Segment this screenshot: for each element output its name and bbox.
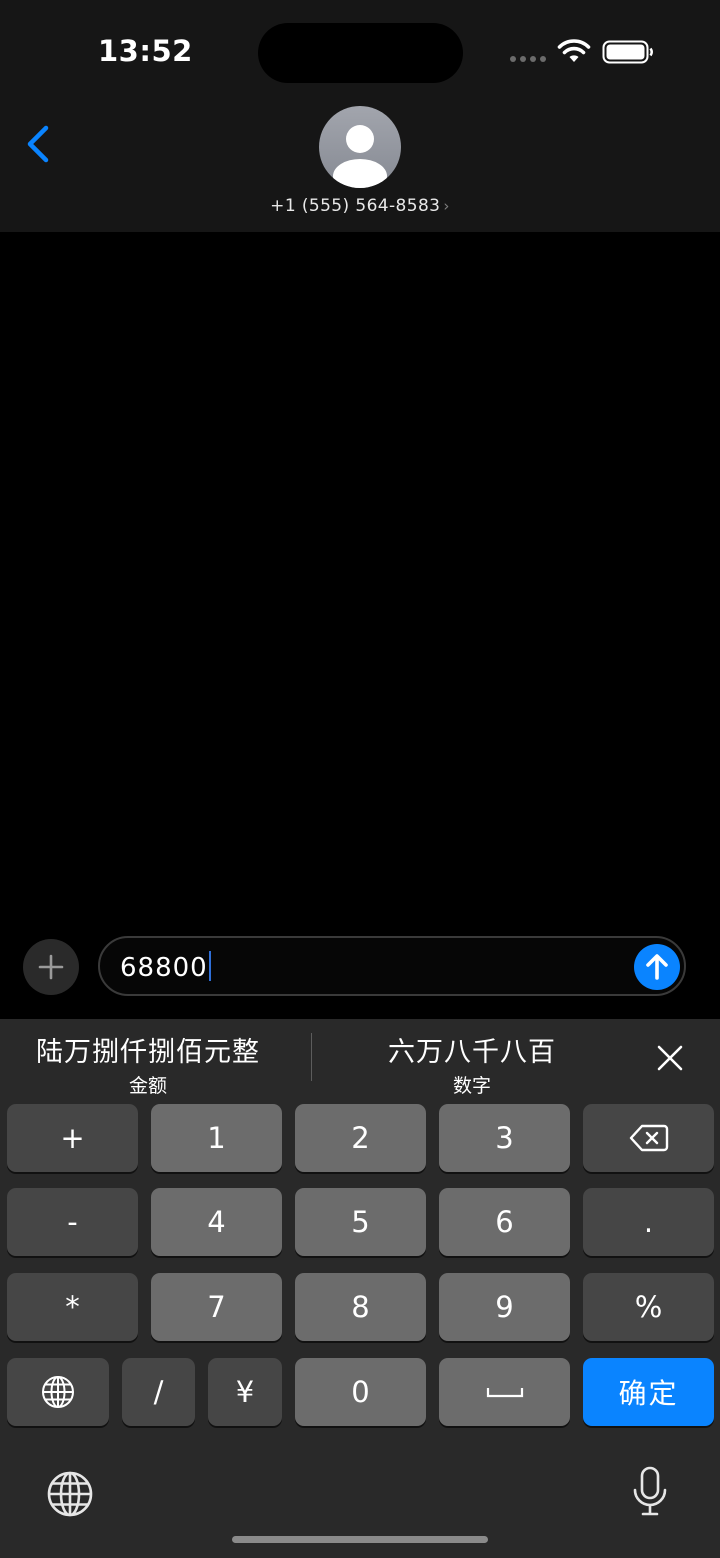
- key-slash[interactable]: /: [122, 1358, 195, 1426]
- candidate-amount-label: 金额: [128, 1075, 167, 1097]
- status-time: 13:52: [98, 34, 193, 68]
- candidate-number[interactable]: 六万八千八百 数字: [332, 1030, 612, 1098]
- message-text: 68800: [120, 953, 208, 983]
- chevron-right-icon: ›: [443, 197, 450, 215]
- globe-key[interactable]: [7, 1358, 109, 1426]
- person-icon: [333, 125, 387, 188]
- space-key[interactable]: [439, 1358, 570, 1426]
- candidate-number-label: 数字: [452, 1075, 491, 1097]
- cellular-signal-icon: [510, 56, 546, 62]
- key-6[interactable]: 6: [439, 1188, 570, 1256]
- key-4[interactable]: 4: [151, 1188, 282, 1256]
- key-percent[interactable]: %: [583, 1273, 714, 1341]
- key-3[interactable]: 3: [439, 1104, 570, 1172]
- key-asterisk[interactable]: *: [7, 1273, 138, 1341]
- key-period[interactable]: .: [583, 1188, 714, 1256]
- key-8[interactable]: 8: [295, 1273, 426, 1341]
- key-minus[interactable]: -: [7, 1188, 138, 1256]
- candidate-divider: [311, 1033, 312, 1081]
- confirm-key[interactable]: 确定: [583, 1358, 714, 1426]
- key-plus[interactable]: +: [7, 1104, 138, 1172]
- key-2[interactable]: 2: [295, 1104, 426, 1172]
- key-0[interactable]: 0: [295, 1358, 426, 1426]
- backspace-icon: [629, 1124, 668, 1152]
- message-input[interactable]: 68800: [98, 936, 686, 996]
- candidate-amount[interactable]: 陆万捌仟捌佰元整 金额: [20, 1030, 276, 1098]
- text-caret: [208, 951, 211, 981]
- apps-plus-button[interactable]: [23, 939, 79, 995]
- plus-icon: [38, 954, 64, 980]
- keyboard-switch-globe-icon[interactable]: [46, 1470, 94, 1518]
- dynamic-island: [258, 23, 463, 83]
- candidate-number-text: 六万八千八百: [388, 1037, 556, 1068]
- key-yen[interactable]: ¥: [208, 1358, 282, 1426]
- globe-icon: [42, 1376, 74, 1408]
- key-7[interactable]: 7: [151, 1273, 282, 1341]
- delete-key[interactable]: [583, 1104, 714, 1172]
- contact-avatar[interactable]: [319, 106, 401, 188]
- home-indicator[interactable]: [232, 1536, 488, 1543]
- contact-phone: +1 (555) 564-8583: [270, 196, 441, 216]
- space-icon: [486, 1388, 523, 1398]
- wifi-icon: [557, 39, 591, 62]
- microphone-icon[interactable]: [632, 1466, 668, 1518]
- back-chevron-icon[interactable]: [20, 120, 56, 168]
- key-9[interactable]: 9: [439, 1273, 570, 1341]
- arrow-up-icon: [646, 954, 668, 980]
- send-button[interactable]: [634, 944, 680, 990]
- contact-name[interactable]: +1 (555) 564-8583 ›: [0, 196, 720, 216]
- key-1[interactable]: 1: [151, 1104, 282, 1172]
- close-icon[interactable]: [654, 1042, 686, 1074]
- candidate-amount-text: 陆万捌仟捌佰元整: [36, 1037, 260, 1068]
- battery-icon: [602, 40, 653, 64]
- key-5[interactable]: 5: [295, 1188, 426, 1256]
